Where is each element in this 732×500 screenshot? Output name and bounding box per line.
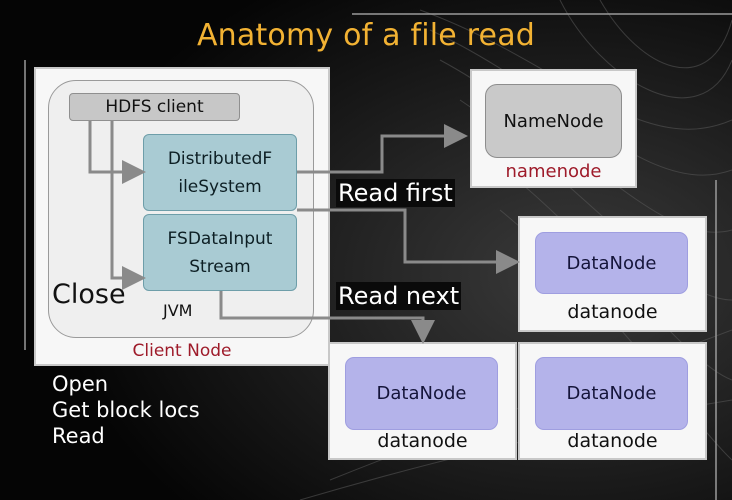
close-label: Close [52, 279, 126, 310]
slide-title: Anatomy of a file read [196, 18, 536, 53]
steps-list: Open Get block locs Read [52, 371, 200, 449]
client-node-label: Client Node [132, 341, 232, 361]
datanode-label-2: datanode [377, 430, 468, 452]
jvm-label: JVM [163, 301, 193, 320]
distributed-filesystem-line-2: ileSystem [178, 176, 262, 197]
read-first-label: Read first [336, 179, 455, 207]
fsdatainputstream-box: FSDataInput Stream [143, 214, 297, 291]
hdfs-client-box: HDFS client [69, 93, 240, 121]
fsdatainputstream-line-2: Stream [189, 256, 251, 277]
step-get-block-locs: Get block locs [52, 398, 200, 422]
distributed-filesystem-box: DistributedF ileSystem [143, 134, 297, 211]
datanode-label-1: datanode [567, 301, 658, 323]
datanode-box-3: DataNode [535, 357, 688, 430]
step-read: Read [52, 424, 105, 448]
namenode-label: namenode [505, 161, 602, 182]
datanode-box-2: DataNode [345, 357, 498, 430]
step-open: Open [52, 372, 109, 396]
distributed-filesystem-line-1: DistributedF [167, 148, 273, 169]
read-next-label: Read next [336, 282, 462, 310]
fsdatainputstream-line-1: FSDataInput [167, 228, 273, 249]
datanode-box-1: DataNode [535, 232, 688, 294]
namenode-box: NameNode [485, 84, 622, 158]
datanode-label-3: datanode [567, 430, 658, 452]
